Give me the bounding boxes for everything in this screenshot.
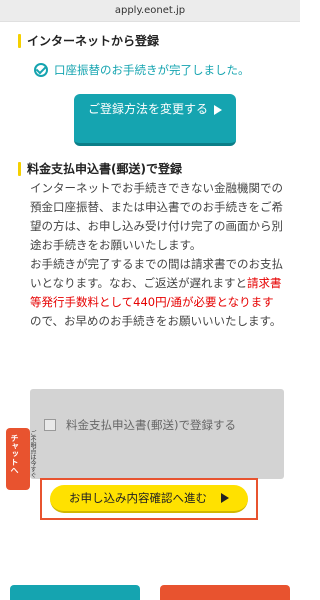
mail-section-description: インターネットでお手続きできない金融機関での預金口座振替、または申込書でのお手続… bbox=[30, 179, 284, 331]
bottom-right-button[interactable] bbox=[160, 585, 290, 600]
mail-registration-checkbox[interactable] bbox=[44, 419, 56, 431]
completion-notice-text: 口座振替のお手続きが完了しました。 bbox=[54, 63, 250, 77]
mail-section-header: 料金支払申込書(郵送)で登録 bbox=[18, 160, 182, 177]
play-arrow-icon bbox=[214, 104, 222, 115]
internet-section-title: インターネットから登録 bbox=[27, 34, 160, 48]
completion-notice: 口座振替のお手続きが完了しました。 bbox=[34, 62, 250, 78]
mail-paragraph-2: お手続きが完了するまでの間は請求書でのお支払いとなります。なお、ご返送が遅れます… bbox=[30, 255, 284, 331]
check-circle-icon bbox=[34, 63, 48, 77]
mail-registration-checkbox-row[interactable]: 料金支払申込書(郵送)で登録する bbox=[44, 417, 236, 433]
chat-tab[interactable]: チャットへ bbox=[6, 428, 30, 490]
url-text: apply.eonet.jp bbox=[114, 5, 186, 16]
proceed-to-confirm-button[interactable]: お申し込み内容確認へ進む bbox=[50, 485, 248, 513]
section-marker bbox=[18, 33, 21, 48]
change-method-label: ご登録方法を変更する bbox=[87, 102, 208, 116]
bottom-left-button[interactable] bbox=[10, 585, 140, 600]
internet-section-header: インターネットから登録 bbox=[18, 32, 159, 49]
mail-p2-text: お手続きが完了するまでの間は請求書でのお支払いとなります。なお、ご返送が遅れます… bbox=[30, 257, 283, 290]
mail-registration-label: 料金支払申込書(郵送)で登録する bbox=[66, 418, 236, 432]
mail-paragraph-1: インターネットでお手続きできない金融機関での預金口座振替、または申込書でのお手続… bbox=[30, 181, 283, 252]
change-method-button[interactable]: ご登録方法を変更する bbox=[74, 94, 236, 146]
mail-registration-option[interactable]: 料金支払申込書(郵送)で登録する bbox=[30, 389, 284, 479]
play-arrow-icon bbox=[221, 493, 229, 503]
proceed-to-confirm-label: お申し込み内容確認へ進む bbox=[69, 491, 207, 505]
mail-p2-text-end: ので、お早めのお手続きをお願いいいたします。 bbox=[30, 314, 282, 328]
chat-tab-label: チャットへ bbox=[10, 434, 19, 474]
chat-note: ご不明点は今すぐ bbox=[29, 430, 36, 478]
url-bar[interactable]: apply.eonet.jp bbox=[0, 0, 300, 22]
next-button-highlight: お申し込み内容確認へ進む bbox=[40, 478, 258, 520]
mail-section-title: 料金支払申込書(郵送)で登録 bbox=[27, 162, 182, 176]
section-marker bbox=[18, 161, 21, 176]
